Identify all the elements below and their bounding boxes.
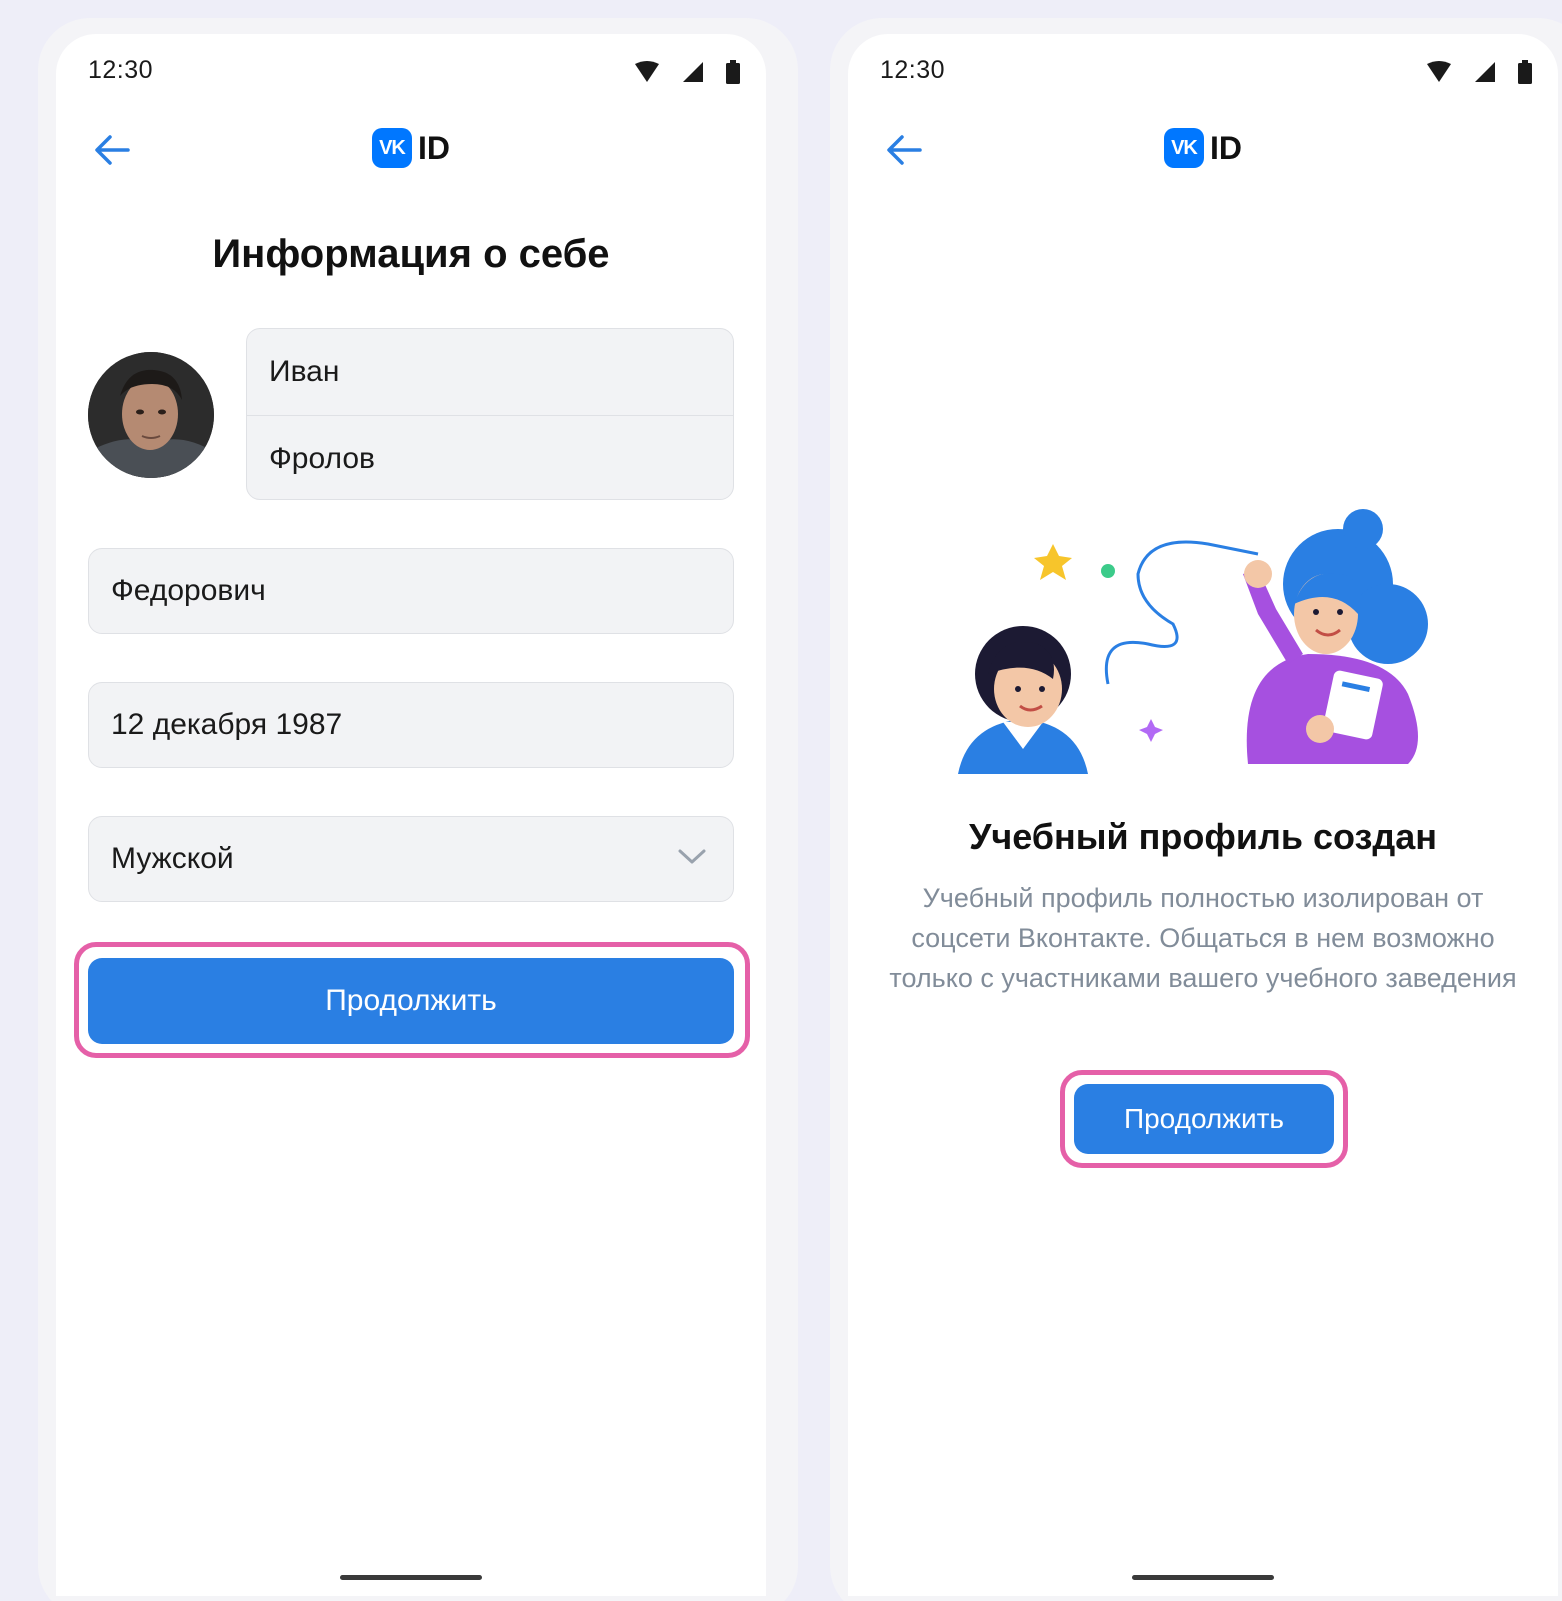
name-fields: Иван Фролов bbox=[246, 328, 734, 500]
phone-frame-right: 12:30 VK ID Учебный профиль создан Учебн… bbox=[830, 18, 1562, 1601]
battery-icon bbox=[1518, 60, 1532, 84]
wifi-icon bbox=[635, 61, 659, 82]
vk-id-logo: VK ID bbox=[1164, 128, 1242, 168]
status-time: 12:30 bbox=[88, 56, 154, 84]
vk-id-logo: VK ID bbox=[372, 128, 450, 168]
patronymic-field[interactable]: Федорович bbox=[88, 548, 734, 634]
page-title: Информация о себе bbox=[212, 232, 610, 276]
nav-bar: VK ID bbox=[56, 116, 766, 186]
vk-logo-badge: VK bbox=[372, 128, 412, 168]
wifi-icon bbox=[1427, 61, 1451, 82]
students-illustration bbox=[958, 509, 1428, 774]
arrow-left-icon[interactable] bbox=[882, 128, 926, 172]
signal-icon bbox=[1475, 62, 1495, 82]
home-indicator bbox=[340, 1575, 482, 1580]
status-bar: 12:30 bbox=[56, 34, 766, 94]
avatar[interactable] bbox=[88, 352, 214, 478]
signal-icon bbox=[683, 62, 703, 82]
continue-button[interactable]: Продолжить bbox=[1074, 1084, 1334, 1154]
gender-select[interactable]: Мужской bbox=[88, 816, 734, 902]
battery-icon bbox=[726, 60, 740, 84]
phone-frame-left: 12:30 VK ID Информация о себе Иван Фроло… bbox=[38, 18, 798, 1601]
logo-text: ID bbox=[418, 129, 450, 166]
birth-date-field[interactable]: 12 декабря 1987 bbox=[88, 682, 734, 768]
vk-logo-badge: VK bbox=[1164, 128, 1204, 168]
gender-value: Мужской bbox=[111, 842, 234, 875]
screen-profile-created: 12:30 VK ID Учебный профиль создан Учебн… bbox=[848, 34, 1558, 1596]
logo-text: ID bbox=[1210, 129, 1242, 166]
home-indicator bbox=[1132, 1575, 1274, 1580]
continue-button[interactable]: Продолжить bbox=[88, 958, 734, 1044]
screen-profile-info: 12:30 VK ID Информация о себе Иван Фроло… bbox=[56, 34, 766, 1596]
arrow-left-icon[interactable] bbox=[90, 128, 134, 172]
nav-bar: VK ID bbox=[848, 116, 1558, 186]
first-name-field[interactable]: Иван bbox=[247, 329, 733, 415]
chevron-down-icon bbox=[678, 849, 706, 864]
success-description: Учебный профиль полностью изолирован от … bbox=[889, 883, 1517, 993]
success-title: Учебный профиль создан bbox=[968, 816, 1438, 857]
status-bar: 12:30 bbox=[848, 34, 1558, 94]
last-name-field[interactable]: Фролов bbox=[247, 415, 733, 499]
status-time: 12:30 bbox=[880, 56, 946, 84]
